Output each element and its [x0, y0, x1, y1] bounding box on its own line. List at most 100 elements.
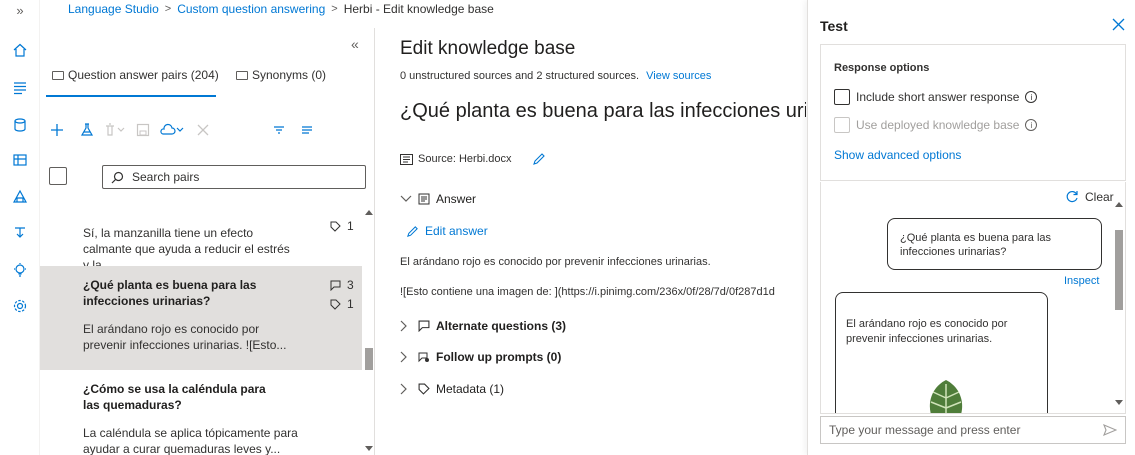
list-scrollbar[interactable]: [363, 208, 375, 455]
edit-answer-button[interactable]: Edit answer: [406, 224, 488, 238]
cranberry-leaf-image: [929, 380, 963, 413]
close-test-panel-button[interactable]: [1110, 16, 1126, 32]
bot-message-bubble: El arándano rojo es conocido por preveni…: [835, 292, 1048, 413]
chevron-right-icon: [400, 351, 407, 363]
delete-button[interactable]: [104, 123, 126, 137]
chat-message-input[interactable]: [821, 423, 1091, 437]
page-title: Edit knowledge base: [400, 38, 576, 59]
lightbulb-icon[interactable]: [10, 260, 30, 280]
test-panel: Test Response options Include short answ…: [807, 0, 1135, 455]
pencil-icon: [407, 225, 418, 237]
chat-icon: [330, 280, 341, 291]
list-toolbar: [50, 120, 324, 140]
response-options-box: Response options Include short answer re…: [820, 44, 1126, 181]
synonyms-icon: [236, 70, 248, 80]
cloud-icon: [160, 123, 184, 135]
select-all-checkbox[interactable]: [49, 167, 67, 185]
answer-section-toggle[interactable]: Answer: [400, 192, 476, 206]
include-short-answer-option[interactable]: Include short answer response i: [834, 89, 1038, 105]
knowledge-base-icon[interactable]: [10, 150, 30, 170]
info-icon[interactable]: i: [1025, 91, 1038, 103]
edit-kb-icon[interactable]: [10, 186, 30, 206]
list-icon[interactable]: [10, 78, 30, 98]
user-message-bubble: ¿Qué planta es buena para las infeccione…: [887, 218, 1102, 270]
scroll-thumb[interactable]: [365, 348, 373, 370]
deploy-icon[interactable]: [10, 222, 30, 242]
add-icon: [51, 124, 63, 136]
expand-nav-icon[interactable]: »: [10, 0, 30, 20]
search-input[interactable]: [132, 170, 332, 184]
answer-markdown: ![Esto contiene una imagen de: ](https:/…: [400, 286, 775, 298]
metadata-toggle[interactable]: Metadata (1): [400, 382, 504, 396]
filter-button[interactable]: [272, 123, 286, 137]
send-button[interactable]: [1103, 423, 1117, 437]
collapse-pane-button[interactable]: «: [351, 36, 359, 52]
inspect-link[interactable]: Inspect: [1064, 275, 1099, 287]
refresh-icon: [1066, 190, 1078, 203]
home-icon[interactable]: [10, 40, 30, 60]
expand-nav-glyph: »: [16, 2, 24, 18]
chevron-down-icon: [400, 195, 412, 202]
tab-qa-pairs-label: Question answer pairs (204): [68, 68, 219, 82]
list-item-selected[interactable]: ¿Qué planta es buena para las infeccione…: [40, 266, 362, 370]
left-nav-rail: »: [0, 0, 40, 455]
scroll-down-arrow[interactable]: [1115, 400, 1123, 405]
breadcrumb-custom-qa[interactable]: Custom question answering: [177, 2, 325, 16]
sort-button[interactable]: [300, 123, 314, 137]
alternate-questions-label: Alternate questions (3): [436, 319, 567, 333]
tab-qa-pairs[interactable]: Question answer pairs (204): [52, 68, 219, 82]
alternate-questions-toggle[interactable]: Alternate questions (3): [400, 319, 566, 333]
scroll-up-arrow[interactable]: [365, 210, 373, 215]
use-deployed-kb-checkbox: [834, 117, 850, 133]
edit-answer-label: Edit answer: [425, 224, 488, 238]
chat-scrollbar[interactable]: [1113, 200, 1125, 408]
edit-pane: Edit knowledge base 0 unstructured sourc…: [376, 28, 806, 455]
qa-pairs-icon: [52, 70, 64, 80]
add-pair-button[interactable]: [50, 123, 64, 137]
chat-transcript: Clear ¿Qué planta es buena para las infe…: [820, 182, 1126, 414]
chat-icon: [418, 320, 430, 332]
scroll-down-arrow[interactable]: [365, 446, 373, 451]
tab-synonyms[interactable]: Synonyms (0): [236, 68, 326, 82]
search-box[interactable]: [102, 165, 366, 189]
metadata-badge: 1: [330, 219, 354, 233]
source-label: Source: Herbi.docx: [418, 153, 512, 165]
breadcrumb-current: Herbi - Edit knowledge base: [343, 2, 494, 16]
show-advanced-options-link[interactable]: Show advanced options: [834, 148, 961, 162]
breadcrumb: Language Studio > Custom question answer…: [68, 0, 494, 18]
send-icon: [1103, 423, 1117, 437]
bot-message-text: El arándano rojo es conocido por preveni…: [846, 318, 1008, 345]
chevron-right-icon: [400, 383, 407, 395]
settings-icon[interactable]: [10, 296, 30, 316]
delete-icon: [106, 123, 125, 136]
discard-button[interactable]: [196, 123, 210, 137]
question-heading[interactable]: ¿Qué planta es buena para las infeccione…: [400, 100, 806, 123]
info-icon[interactable]: i: [1025, 119, 1038, 131]
follow-up-prompts-label: Follow up prompts (0): [436, 350, 562, 364]
source-row: Source: Herbi.docx: [400, 152, 546, 166]
clear-chat-button[interactable]: Clear: [1065, 190, 1114, 204]
list-item-answer: La caléndula se aplica tópicamente para …: [83, 426, 298, 455]
save-button[interactable]: [136, 123, 150, 137]
database-icon[interactable]: [10, 115, 30, 135]
chat-input-box[interactable]: [820, 416, 1126, 444]
view-sources-link[interactable]: View sources: [646, 70, 711, 82]
list-item[interactable]: Sí, la manzanilla tiene un efecto calman…: [40, 208, 362, 272]
cloud-button[interactable]: [160, 123, 186, 137]
qa-list: Sí, la manzanilla tiene un efecto calman…: [40, 208, 362, 455]
breadcrumb-language-studio[interactable]: Language Studio: [68, 2, 159, 16]
answer-label: Answer: [436, 192, 477, 206]
list-item[interactable]: ¿Cómo se usa la caléndula para las quema…: [40, 370, 362, 455]
test-flask-button[interactable]: [80, 123, 94, 137]
alternate-count: 3: [347, 278, 354, 292]
clear-label: Clear: [1085, 190, 1114, 204]
sources-text: 0 unstructured sources and 2 structured …: [400, 70, 640, 82]
close-icon: [197, 124, 209, 136]
use-deployed-kb-option: Use deployed knowledge base i: [834, 117, 1038, 133]
scroll-thumb[interactable]: [1115, 230, 1123, 310]
scroll-up-arrow[interactable]: [1115, 202, 1123, 207]
list-item-question: ¿Qué planta es buena para las infeccione…: [83, 278, 257, 308]
search-icon: [111, 171, 124, 183]
include-short-answer-checkbox[interactable]: [834, 89, 850, 105]
follow-up-prompts-toggle[interactable]: Follow up prompts (0): [400, 350, 561, 364]
